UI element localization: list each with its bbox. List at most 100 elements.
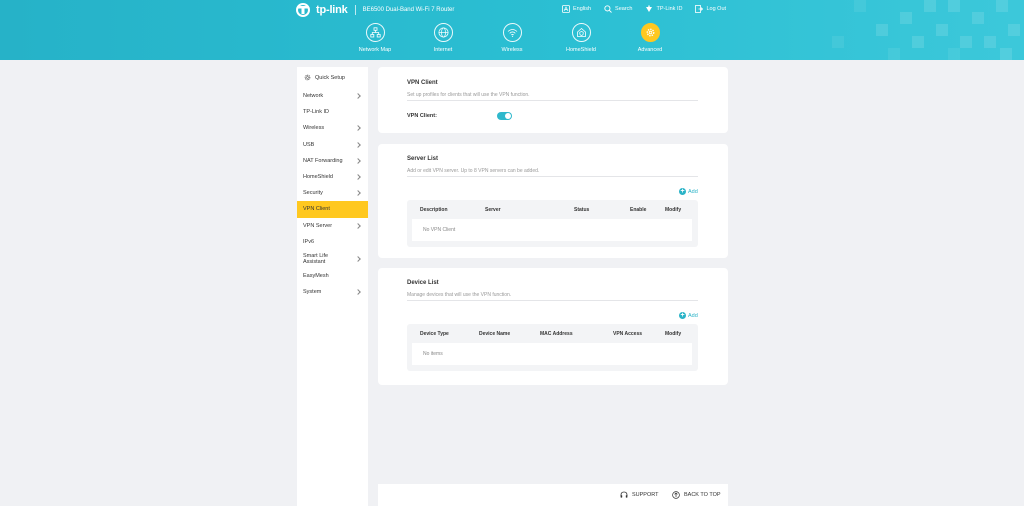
empty-message: No items — [423, 351, 443, 357]
search-link[interactable]: Search — [604, 5, 632, 13]
search-icon — [604, 5, 612, 13]
sidebar-item-label: VPN Server — [303, 222, 333, 229]
device-list-description: Manage devices that will use the VPN fun… — [407, 292, 512, 298]
column-header: Enable — [630, 207, 647, 213]
sidebar-item-label: Security — [303, 190, 323, 197]
chevron-right-icon — [355, 289, 361, 295]
vpn-client-card: VPN Client Set up profiles for clients t… — [378, 67, 728, 133]
home-shield-icon — [576, 27, 586, 37]
chevron-right-icon — [355, 141, 361, 148]
sidebar-item-tplink-id[interactable]: TP-Link ID — [297, 104, 368, 120]
nav-icon-circle — [502, 23, 522, 42]
tplink-id-label: TP-Link ID — [656, 6, 683, 12]
chevron-right-icon — [355, 125, 361, 132]
language-label: English — [573, 6, 592, 12]
sidebar-item-vpn-server[interactable]: VPN Server — [297, 218, 368, 234]
table-row: No VPN Client — [412, 219, 692, 241]
tab-advanced[interactable]: Advanced — [620, 23, 680, 53]
table-header: Device Type Device Name MAC Address VPN … — [407, 324, 698, 343]
sidebar-item-label: Network — [303, 93, 324, 100]
search-label: Search — [615, 6, 633, 12]
chevron-right-icon — [355, 256, 361, 262]
back-to-top-label: BACK TO TOP — [684, 492, 721, 498]
column-header: Server — [485, 207, 501, 213]
sidebar-item-smart-life-assistant[interactable]: Smart Life Assistant — [297, 250, 368, 268]
support-link[interactable]: SUPPORT — [620, 491, 659, 499]
sidebar-item-label: System — [303, 289, 322, 296]
device-list-card: Device List Manage devices that will use… — [378, 268, 728, 385]
nav-label: Internet — [433, 47, 453, 53]
tab-network-map[interactable]: Network Map — [345, 23, 405, 53]
back-to-top-link[interactable]: BACK TO TOP — [672, 491, 721, 499]
server-table: Description Server Status Enable Modify … — [407, 200, 698, 247]
chevron-right-icon — [355, 93, 361, 99]
column-header: Device Name — [479, 331, 511, 337]
brand-logo[interactable]: tp-link BE6500 Dual-Band Wi-Fi 7 Router — [296, 3, 454, 17]
divider — [407, 176, 698, 177]
language-link[interactable]: English — [562, 5, 591, 13]
vpn-client-toggle-label: VPN Client: — [407, 113, 437, 119]
column-header: Status — [574, 207, 590, 213]
plus-icon: + — [679, 188, 686, 195]
add-label: Add — [688, 312, 698, 319]
quick-setup-gear-icon — [304, 74, 311, 81]
sidebar-item-ipv6[interactable]: IPv6 — [297, 234, 368, 250]
sidebar-item-easymesh[interactable]: EasyMesh — [297, 268, 368, 284]
server-list-card: Server List Add or edit VPN server. Up t… — [378, 144, 728, 258]
sidebar-item-label: NAT Forwarding — [303, 157, 343, 164]
add-label: Add — [688, 188, 698, 195]
add-device-button[interactable]: + Add — [679, 312, 698, 319]
sidebar-item-label: TP-Link ID — [303, 109, 329, 116]
tab-internet[interactable]: Internet — [413, 23, 473, 53]
sidebar-item-label: Wireless — [303, 125, 325, 132]
chevron-right-icon — [355, 222, 361, 229]
add-server-button[interactable]: + Add — [679, 188, 698, 195]
device-list-title: Device List — [407, 280, 439, 286]
wifi-icon — [507, 29, 517, 37]
top-header: tp-link BE6500 Dual-Band Wi-Fi 7 Router … — [0, 0, 1024, 60]
column-header: Device Type — [420, 331, 449, 337]
model-name: BE6500 Dual-Band Wi-Fi 7 Router — [362, 7, 455, 13]
quick-setup-label: Quick Setup — [315, 74, 345, 81]
sidebar-item-vpn-client[interactable]: VPN Client — [297, 201, 368, 218]
server-list-description: Add or edit VPN server. Up to 8 VPN serv… — [407, 168, 540, 174]
table-row: No items — [412, 343, 692, 365]
column-header: Modify — [665, 331, 682, 337]
table-header: Description Server Status Enable Modify — [407, 200, 698, 219]
sidebar-item-label: HomeShield — [303, 174, 333, 181]
sidebar-item-homeshield[interactable]: HomeShield — [297, 169, 368, 185]
sidebar-item-network[interactable]: Network — [297, 88, 368, 104]
divider — [407, 300, 698, 301]
chevron-right-icon — [355, 158, 361, 164]
quick-setup-link[interactable]: Quick Setup — [297, 67, 368, 88]
vpn-client-title: VPN Client — [407, 80, 438, 86]
server-list-title: Server List — [407, 156, 439, 162]
sidebar-item-wireless[interactable]: Wireless — [297, 120, 368, 136]
plus-icon: + — [679, 312, 686, 319]
vpn-client-toggle[interactable] — [497, 112, 512, 120]
top-links: English Search TP-Link ID Log Out — [562, 5, 739, 13]
sidebar-item-label: USB — [303, 141, 315, 148]
nav-icon-circle — [365, 23, 385, 42]
language-icon — [562, 5, 570, 13]
sidebar-item-usb[interactable]: USB — [297, 137, 368, 153]
sidebar-item-label: IPv6 — [303, 238, 315, 245]
globe-icon — [438, 27, 448, 38]
arrow-up-circle-icon — [672, 491, 680, 499]
nav-label: Advanced — [637, 47, 663, 53]
sidebar-item-security[interactable]: Security — [297, 185, 368, 201]
tplink-id-link[interactable]: TP-Link ID — [645, 5, 682, 13]
sidebar-item-system[interactable]: System — [297, 284, 368, 300]
tab-wireless[interactable]: Wireless — [482, 23, 542, 53]
column-header: MAC Address — [540, 331, 573, 337]
toggle-knob — [505, 113, 511, 119]
tab-homeshield[interactable]: HomeShield — [551, 23, 611, 53]
network-map-icon — [369, 27, 381, 38]
main-nav: Network Map Internet Wireless HomeShield… — [0, 23, 1024, 58]
nav-icon-circle — [640, 23, 660, 42]
sidebar-item-nat-forwarding[interactable]: NAT Forwarding — [297, 153, 368, 169]
logout-icon — [695, 5, 704, 13]
gear-icon — [646, 28, 654, 37]
logout-link[interactable]: Log Out — [695, 5, 726, 13]
nav-label: Wireless — [501, 47, 523, 53]
